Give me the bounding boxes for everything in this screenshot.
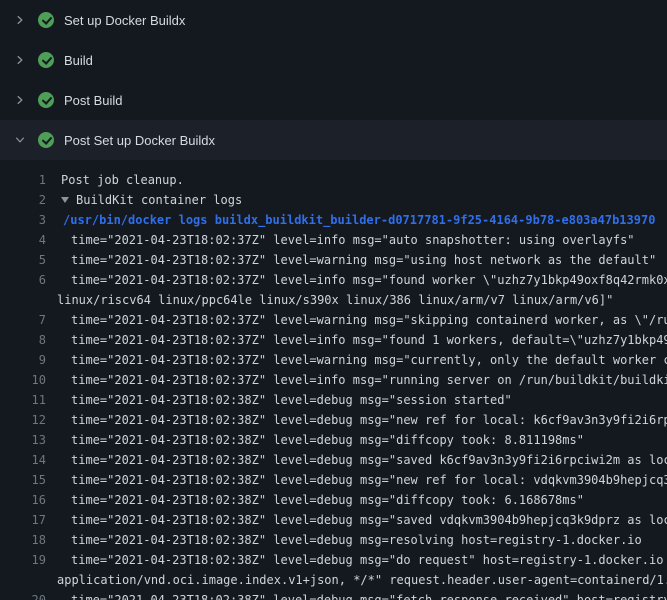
log-line: 10time="2021-04-23T18:02:37Z" level=info… bbox=[0, 370, 667, 390]
line-number[interactable]: 17 bbox=[0, 510, 46, 530]
log-group-toggle[interactable]: BuildKit container logs bbox=[46, 190, 667, 210]
chevron-down-icon bbox=[12, 132, 28, 148]
log-text: time="2021-04-23T18:02:37Z" level=info m… bbox=[46, 270, 667, 290]
actions-log-viewer: Set up Docker Buildx Build Post Build Post … bbox=[0, 0, 667, 600]
log-text: time="2021-04-23T18:02:37Z" level=info m… bbox=[46, 230, 667, 250]
chevron-right-icon bbox=[12, 52, 28, 68]
log-line: 13time="2021-04-23T18:02:38Z" level=debu… bbox=[0, 430, 667, 450]
steps-list: Set up Docker Buildx Build Post Build Post … bbox=[0, 0, 667, 160]
log-text: time="2021-04-23T18:02:37Z" level=warnin… bbox=[46, 350, 667, 370]
step-header-set-up-docker-buildx[interactable]: Set up Docker Buildx bbox=[0, 0, 667, 40]
line-number[interactable]: 3 bbox=[0, 210, 46, 230]
check-circle-icon bbox=[38, 132, 54, 148]
log-line: linux/riscv64 linux/ppc64le linux/s390x … bbox=[0, 290, 667, 310]
log-line: 17time="2021-04-23T18:02:38Z" level=debu… bbox=[0, 510, 667, 530]
line-number[interactable]: 1 bbox=[0, 170, 46, 190]
log-line: 12time="2021-04-23T18:02:38Z" level=debu… bbox=[0, 410, 667, 430]
line-number[interactable]: 9 bbox=[0, 350, 46, 370]
log-area: 1Post job cleanup.2BuildKit container lo… bbox=[0, 160, 667, 600]
log-text: application/vnd.oci.image.index.v1+json,… bbox=[46, 570, 667, 590]
log-line: 4time="2021-04-23T18:02:37Z" level=info … bbox=[0, 230, 667, 250]
log-line: 6time="2021-04-23T18:02:37Z" level=info … bbox=[0, 270, 667, 290]
check-circle-icon bbox=[38, 52, 54, 68]
line-number[interactable]: 8 bbox=[0, 330, 46, 350]
log-command-text: /usr/bin/docker logs buildx_buildkit_bui… bbox=[46, 210, 667, 230]
log-line: 3/usr/bin/docker logs buildx_buildkit_bu… bbox=[0, 210, 667, 230]
log-line: 19time="2021-04-23T18:02:38Z" level=debu… bbox=[0, 550, 667, 570]
line-number[interactable]: 10 bbox=[0, 370, 46, 390]
line-number[interactable]: 12 bbox=[0, 410, 46, 430]
line-number bbox=[0, 290, 46, 310]
log-text: linux/riscv64 linux/ppc64le linux/s390x … bbox=[46, 290, 667, 310]
log-line: 15time="2021-04-23T18:02:38Z" level=debu… bbox=[0, 470, 667, 490]
log-text: time="2021-04-23T18:02:38Z" level=debug … bbox=[46, 510, 667, 530]
triangle-down-icon bbox=[61, 197, 69, 203]
step-header-build[interactable]: Build bbox=[0, 40, 667, 80]
line-number[interactable]: 11 bbox=[0, 390, 46, 410]
log-text: time="2021-04-23T18:02:38Z" level=debug … bbox=[46, 590, 667, 600]
log-line: 16time="2021-04-23T18:02:38Z" level=debu… bbox=[0, 490, 667, 510]
chevron-right-icon bbox=[12, 12, 28, 28]
log-text: time="2021-04-23T18:02:37Z" level=info m… bbox=[46, 370, 667, 390]
line-number[interactable]: 16 bbox=[0, 490, 46, 510]
line-number[interactable]: 14 bbox=[0, 450, 46, 470]
log-text: time="2021-04-23T18:02:38Z" level=debug … bbox=[46, 390, 667, 410]
line-number[interactable]: 2 bbox=[0, 190, 46, 210]
step-label: Post Build bbox=[64, 93, 123, 108]
log-text: time="2021-04-23T18:02:37Z" level=warnin… bbox=[46, 250, 667, 270]
line-number[interactable]: 13 bbox=[0, 430, 46, 450]
line-number[interactable]: 7 bbox=[0, 310, 46, 330]
line-number[interactable]: 6 bbox=[0, 270, 46, 290]
line-number[interactable]: 4 bbox=[0, 230, 46, 250]
step-label: Set up Docker Buildx bbox=[64, 13, 185, 28]
log-line: 5time="2021-04-23T18:02:37Z" level=warni… bbox=[0, 250, 667, 270]
log-line: 2BuildKit container logs bbox=[0, 190, 667, 210]
step-label: Build bbox=[64, 53, 93, 68]
line-number[interactable]: 15 bbox=[0, 470, 46, 490]
line-number[interactable]: 5 bbox=[0, 250, 46, 270]
log-text: time="2021-04-23T18:02:38Z" level=debug … bbox=[46, 470, 667, 490]
log-line: 11time="2021-04-23T18:02:38Z" level=debu… bbox=[0, 390, 667, 410]
log-line: 14time="2021-04-23T18:02:38Z" level=debu… bbox=[0, 450, 667, 470]
line-number bbox=[0, 570, 46, 590]
log-text: time="2021-04-23T18:02:37Z" level=info m… bbox=[46, 330, 667, 350]
check-circle-icon bbox=[38, 12, 54, 28]
line-number[interactable]: 20 bbox=[0, 590, 46, 600]
log-line: 20time="2021-04-23T18:02:38Z" level=debu… bbox=[0, 590, 667, 600]
log-text: time="2021-04-23T18:02:38Z" level=debug … bbox=[46, 530, 667, 550]
step-header-post-build[interactable]: Post Build bbox=[0, 80, 667, 120]
log-text: time="2021-04-23T18:02:38Z" level=debug … bbox=[46, 550, 667, 570]
check-circle-icon bbox=[38, 92, 54, 108]
log-line: 1Post job cleanup. bbox=[0, 170, 667, 190]
line-number[interactable]: 19 bbox=[0, 550, 46, 570]
log-line: 18time="2021-04-23T18:02:38Z" level=debu… bbox=[0, 530, 667, 550]
log-text: Post job cleanup. bbox=[46, 170, 667, 190]
log-text: time="2021-04-23T18:02:38Z" level=debug … bbox=[46, 490, 667, 510]
log-text: time="2021-04-23T18:02:37Z" level=warnin… bbox=[46, 310, 667, 330]
step-label: Post Set up Docker Buildx bbox=[64, 133, 215, 148]
step-header-post-set-up-docker-buildx[interactable]: Post Set up Docker Buildx bbox=[0, 120, 667, 160]
line-number[interactable]: 18 bbox=[0, 530, 46, 550]
log-line: application/vnd.oci.image.index.v1+json,… bbox=[0, 570, 667, 590]
log-text: time="2021-04-23T18:02:38Z" level=debug … bbox=[46, 430, 667, 450]
chevron-right-icon bbox=[12, 92, 28, 108]
log-text: time="2021-04-23T18:02:38Z" level=debug … bbox=[46, 450, 667, 470]
log-text: time="2021-04-23T18:02:38Z" level=debug … bbox=[46, 410, 667, 430]
log-line: 7time="2021-04-23T18:02:37Z" level=warni… bbox=[0, 310, 667, 330]
log-line: 9time="2021-04-23T18:02:37Z" level=warni… bbox=[0, 350, 667, 370]
log-line: 8time="2021-04-23T18:02:37Z" level=info … bbox=[0, 330, 667, 350]
